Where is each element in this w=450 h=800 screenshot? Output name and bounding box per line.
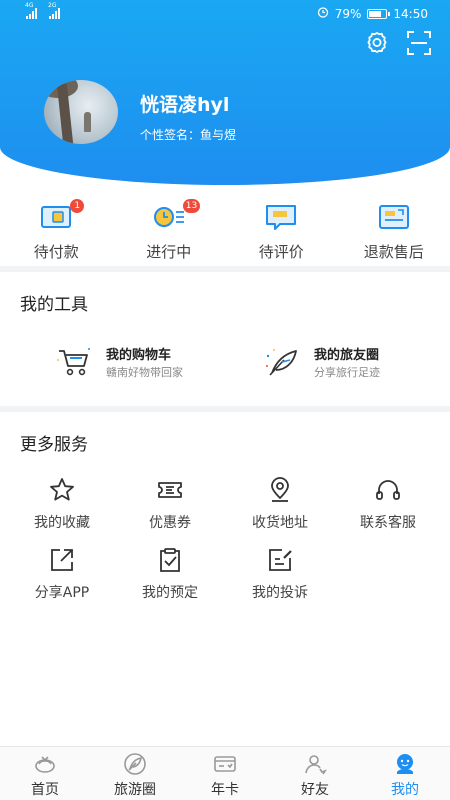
username: 恍语凌hyl bbox=[140, 94, 230, 116]
order-badge: 1 bbox=[70, 199, 85, 213]
alarm-icon bbox=[317, 6, 329, 21]
card-icon bbox=[213, 752, 237, 776]
service-favorites[interactable]: 我的收藏 bbox=[12, 476, 112, 536]
tool-subtitle: 分享旅行足迹 bbox=[314, 366, 380, 379]
profile-icon bbox=[393, 752, 417, 776]
headset-icon bbox=[374, 476, 402, 504]
signal-icon: 2G bbox=[48, 2, 60, 19]
shopping-cart-icon bbox=[56, 346, 92, 378]
profile-header: 4G 2G 79% 14:50 恍语凌hyl 个性签名：鱼与煜 bbox=[0, 0, 450, 185]
service-share-app[interactable]: 分享APP bbox=[12, 546, 112, 606]
service-label: 我的预定 bbox=[142, 585, 198, 601]
bottom-tab-bar: 首页 旅游圈 年卡 好友 我的 bbox=[0, 746, 450, 800]
order-to-review[interactable]: 待评价 bbox=[225, 195, 338, 265]
order-refund-aftersale[interactable]: 退款售后 bbox=[338, 195, 450, 265]
friends-icon bbox=[303, 752, 327, 776]
service-my-complaints[interactable]: 我的投诉 bbox=[230, 546, 330, 606]
section-divider bbox=[0, 266, 450, 272]
feather-icon bbox=[264, 346, 300, 378]
service-label: 收货地址 bbox=[252, 515, 308, 531]
tool-travel-circle[interactable]: 我的旅友圈 分享旅行足迹 bbox=[264, 342, 444, 382]
order-label: 待评价 bbox=[258, 243, 304, 261]
tool-title: 我的旅友圈 bbox=[314, 348, 380, 363]
service-my-bookings[interactable]: 我的预定 bbox=[120, 546, 220, 606]
edit-icon bbox=[266, 546, 294, 574]
clock-time: 14:50 bbox=[393, 6, 428, 21]
ticket-icon bbox=[156, 476, 184, 504]
tab-label: 旅游圈 bbox=[114, 782, 156, 798]
signature-text: 个性签名：鱼与煜 bbox=[140, 128, 237, 142]
clock-list-icon bbox=[152, 203, 186, 231]
tab-mine[interactable]: 我的 bbox=[360, 747, 450, 800]
tool-title: 我的购物车 bbox=[106, 348, 172, 363]
leaf-icon bbox=[123, 752, 147, 776]
signal-label: 4G bbox=[25, 2, 34, 9]
service-label: 分享APP bbox=[34, 585, 90, 601]
tool-subtitle: 赣南好物带回家 bbox=[106, 366, 183, 379]
tab-label: 年卡 bbox=[211, 782, 239, 798]
order-label: 待付款 bbox=[33, 243, 79, 261]
settings-gear-icon[interactable] bbox=[364, 30, 390, 56]
tab-annual-card[interactable]: 年卡 bbox=[180, 747, 270, 800]
clipboard-check-icon bbox=[156, 546, 184, 574]
tools-section-title: 我的工具 bbox=[20, 295, 88, 315]
status-bar: 4G 2G 79% 14:50 bbox=[0, 0, 450, 28]
order-badge: 13 bbox=[182, 199, 201, 213]
service-label: 我的收藏 bbox=[34, 515, 90, 531]
service-coupons[interactable]: 优惠券 bbox=[120, 476, 220, 536]
order-label: 退款售后 bbox=[363, 243, 424, 261]
tab-label: 我的 bbox=[391, 782, 419, 798]
refund-icon bbox=[377, 203, 411, 231]
section-divider bbox=[0, 406, 450, 412]
services-section-title: 更多服务 bbox=[20, 435, 88, 455]
share-icon bbox=[48, 546, 76, 574]
battery-percent: 79% bbox=[334, 6, 362, 21]
star-icon bbox=[48, 476, 76, 504]
wallet-icon bbox=[39, 203, 73, 231]
home-icon bbox=[33, 752, 57, 776]
service-address[interactable]: 收货地址 bbox=[230, 476, 330, 536]
order-pending-payment[interactable]: 1 待付款 bbox=[0, 195, 113, 265]
tab-home[interactable]: 首页 bbox=[0, 747, 90, 800]
service-label: 我的投诉 bbox=[252, 585, 308, 601]
tab-travel-circle[interactable]: 旅游圈 bbox=[90, 747, 180, 800]
order-label: 进行中 bbox=[146, 243, 192, 261]
service-label: 联系客服 bbox=[360, 515, 416, 531]
signal-label: 2G bbox=[48, 2, 57, 9]
tab-label: 好友 bbox=[301, 782, 329, 798]
order-status-row: 1 待付款 13 进行中 待评价 退款售后 bbox=[0, 195, 450, 265]
battery-icon bbox=[367, 8, 391, 19]
location-icon bbox=[266, 476, 294, 504]
comment-icon bbox=[264, 203, 298, 231]
service-label: 优惠券 bbox=[149, 515, 191, 531]
avatar[interactable] bbox=[44, 80, 118, 144]
signal-icon: 4G bbox=[25, 2, 37, 19]
tab-friends[interactable]: 好友 bbox=[270, 747, 360, 800]
tab-label: 首页 bbox=[31, 782, 59, 798]
scan-icon[interactable] bbox=[406, 30, 432, 56]
service-customer-support[interactable]: 联系客服 bbox=[338, 476, 438, 536]
tool-shopping-cart[interactable]: 我的购物车 赣南好物带回家 bbox=[56, 342, 236, 382]
order-in-progress[interactable]: 13 进行中 bbox=[113, 195, 226, 265]
